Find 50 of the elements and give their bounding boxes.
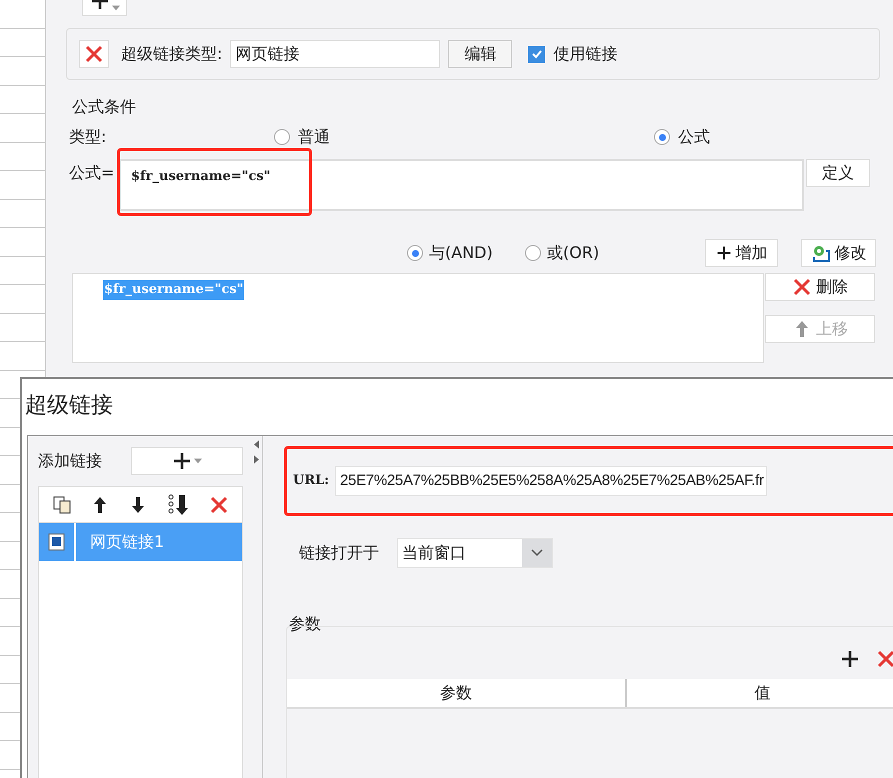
- caret-icon: [112, 5, 120, 11]
- link-type-label: 超级链接类型:: [121, 43, 222, 65]
- close-icon: [84, 44, 104, 64]
- radio-button[interactable]: [654, 129, 670, 145]
- move-to-bottom-icon[interactable]: [166, 492, 191, 516]
- add-param-button[interactable]: [840, 649, 860, 669]
- delete-button[interactable]: 删除: [765, 273, 875, 301]
- radio-button[interactable]: [274, 129, 290, 145]
- formula-field[interactable]: $fr_username="cs": [119, 159, 804, 211]
- type-label: 类型:: [69, 126, 108, 148]
- plus-icon: [172, 451, 192, 471]
- add-link-label: 添加链接: [38, 450, 102, 472]
- plus-icon: [716, 245, 732, 261]
- edit-button[interactable]: 编辑: [448, 40, 512, 68]
- chevron-down-icon: [531, 549, 543, 557]
- link-item-label: 网页链接1: [89, 531, 164, 553]
- add-button[interactable]: 增加: [705, 239, 778, 267]
- plus-icon: [840, 649, 860, 669]
- copy-icon[interactable]: [52, 494, 72, 514]
- delete-button[interactable]: [79, 40, 109, 68]
- formula-label: 公式=: [69, 162, 116, 184]
- web-page-icon: [46, 532, 66, 552]
- radio-label: 公式: [678, 126, 710, 148]
- add-link-button[interactable]: [131, 447, 243, 475]
- delete-param-button[interactable]: [876, 649, 893, 669]
- modify-button[interactable]: 修改: [801, 239, 876, 267]
- dialog-title: 超级链接: [24, 392, 114, 420]
- radio-label: 与(AND): [429, 242, 493, 264]
- radio-button[interactable]: [525, 245, 541, 261]
- collapse-left-icon[interactable]: [254, 440, 259, 449]
- delete-icon: [208, 494, 229, 514]
- column-header: 值: [754, 682, 772, 704]
- caret-icon: [194, 458, 202, 464]
- check-icon: [530, 48, 543, 60]
- close-icon: [876, 649, 893, 669]
- expand-right-icon[interactable]: [254, 455, 259, 464]
- url-label: URL:: [293, 472, 330, 490]
- close-icon: [792, 277, 812, 297]
- section-title: 公式条件: [72, 96, 137, 118]
- use-link-label: 使用链接: [553, 43, 618, 65]
- define-button[interactable]: 定义: [806, 159, 870, 187]
- radio-button[interactable]: [407, 245, 423, 261]
- column-header: 参数: [287, 679, 627, 707]
- radio-label: 或(OR): [547, 242, 600, 264]
- radio-label: 普通: [298, 126, 330, 148]
- open-in-label: 链接打开于: [299, 542, 380, 564]
- link-type-field[interactable]: 网页链接: [230, 40, 440, 68]
- checkbox[interactable]: [528, 46, 546, 62]
- open-in-dropdown[interactable]: 当前窗口: [397, 538, 553, 568]
- url-field[interactable]: 25E7%25A7%25BB%25E5%258A%25A8%25E7%25AB%25AF.fr: [335, 466, 767, 496]
